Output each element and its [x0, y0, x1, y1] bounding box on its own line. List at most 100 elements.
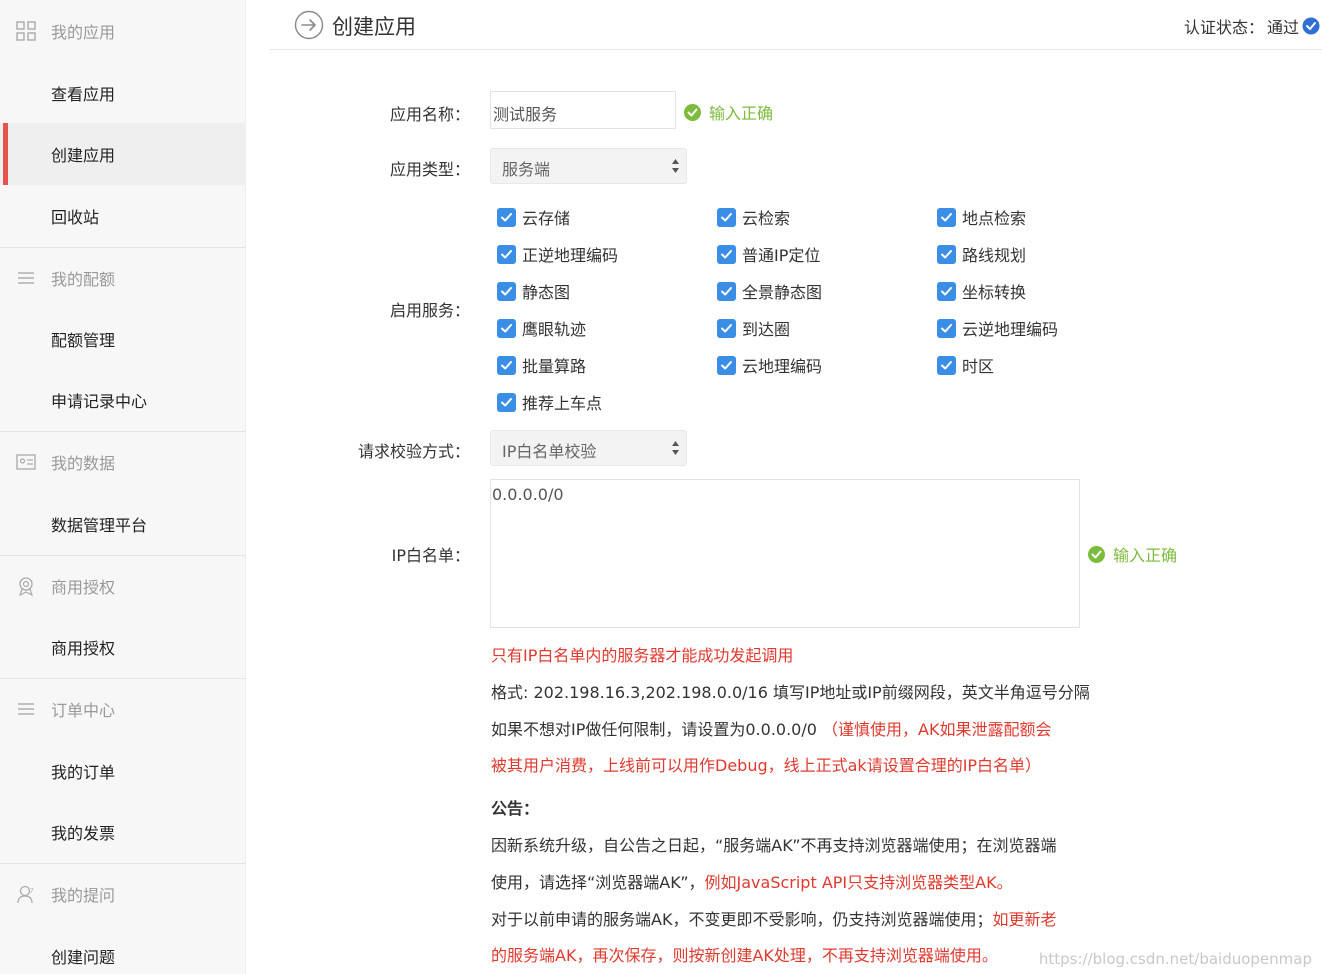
app-name-ok-text: 输入正确 [709, 104, 774, 123]
sidebar-item-view-apps[interactable]: 查看应用 [0, 62, 246, 124]
service-checkbox[interactable]: 云地理编码 [717, 353, 822, 377]
sidebar-item-label: 商用授权 [51, 639, 116, 658]
sidebar-item-label: 申请记录中心 [51, 392, 148, 411]
service-checkbox[interactable]: 云检索 [717, 205, 790, 229]
service-label: 静态图 [522, 283, 571, 302]
sidebar-item-data-platform[interactable]: 数据管理平台 [0, 493, 246, 555]
app-name-label: 应用名称： [389, 105, 470, 124]
sidebar-item-label: 查看应用 [51, 85, 116, 104]
service-label: 坐标转换 [962, 283, 1027, 302]
ip-note-format: 格式: 202.198.16.3,202.198.0.0/16 填写IP地址或I… [491, 683, 1090, 702]
services-label: 启用服务： [389, 301, 470, 320]
service-label: 路线规划 [962, 246, 1027, 265]
sidebar-section-my-data[interactable]: 我的数据 [0, 431, 246, 493]
service-checkbox[interactable]: 鹰眼轨迹 [497, 316, 586, 340]
service-label: 推荐上车点 [522, 394, 603, 413]
badge-icon [19, 577, 33, 596]
sidebar-section-my-quota[interactable]: 我的配额 [0, 247, 246, 309]
checkbox-checked-icon [717, 207, 736, 227]
sidebar-item-create-question[interactable]: 创建问题 [0, 925, 246, 974]
checkbox-checked-icon [937, 244, 956, 264]
ip-whitelist-label: IP白名单： [391, 546, 470, 565]
sidebar-section-title: 商用授权 [51, 578, 116, 597]
notice-title: 公告： [491, 799, 540, 818]
service-checkbox[interactable]: 云存储 [497, 205, 570, 229]
checkbox-checked-icon [717, 318, 736, 338]
service-checkbox[interactable]: 到达圈 [717, 316, 790, 340]
sidebar-section-commercial-license[interactable]: 商用授权 [0, 555, 246, 617]
service-checkbox[interactable]: 云逆地理编码 [937, 316, 1058, 340]
arrow-right-circle-icon[interactable] [294, 10, 324, 40]
sidebar-item-commercial-license[interactable]: 商用授权 [0, 616, 246, 678]
sidebar-item-label: 数据管理平台 [51, 516, 148, 535]
service-checkbox[interactable]: 批量算路 [497, 353, 586, 377]
app-type-select[interactable]: 服务端 [490, 148, 687, 184]
notice-line-2: 使用，请选择“浏览器端AK”，例如JavaScript API只支持浏览器类型A… [491, 869, 1013, 893]
service-checkbox[interactable]: 推荐上车点 [497, 390, 602, 414]
ip-whitelist-ok-text: 输入正确 [1113, 546, 1178, 565]
sidebar-item-create-app[interactable]: 创建应用 [0, 123, 246, 185]
checkbox-checked-icon [937, 355, 956, 375]
check-circle-icon [1088, 545, 1105, 563]
service-label: 云地理编码 [742, 357, 823, 376]
service-label: 全景静态图 [742, 283, 823, 302]
service-label: 到达圈 [742, 320, 791, 339]
ip-whitelist-value: 0.0.0.0/0 [492, 485, 564, 504]
cert-status: 认证状态： 通过 [1184, 14, 1320, 38]
sidebar-item-request-records[interactable]: 申请记录中心 [0, 369, 246, 431]
checkbox-checked-icon [937, 207, 956, 227]
checkbox-checked-icon [497, 318, 516, 338]
app-name-value: 测试服务 [493, 105, 558, 124]
service-checkbox[interactable]: 正逆地理编码 [497, 242, 618, 266]
service-label: 鹰眼轨迹 [522, 320, 587, 339]
service-checkbox[interactable]: 普通IP定位 [717, 242, 820, 266]
ip-whitelist-ok: 输入正确 [1088, 542, 1177, 566]
sidebar-item-my-invoices[interactable]: 我的发票 [0, 801, 246, 863]
checkbox-checked-icon [717, 281, 736, 301]
ip-note-4: 被其用户消费，上线前可以用作Debug，线上正式ak请设置合理的IP白名单） [491, 756, 1042, 775]
id-card-icon [16, 454, 36, 470]
sidebar-section-order-center[interactable]: 订单中心 [0, 678, 246, 740]
service-label: 云存储 [522, 209, 571, 228]
checkbox-checked-icon [497, 355, 516, 375]
watermark: https://blog.csdn.net/baiduopenmap [1038, 950, 1312, 968]
notice-line-2a: 使用，请选择“浏览器端AK”， [491, 873, 705, 892]
notice-line-3b: 如更新老 [992, 910, 1057, 929]
cert-label: 认证状态： [1183, 18, 1264, 37]
sidebar-section-title: 我的数据 [51, 454, 116, 473]
notice-line-1: 因新系统升级，自公告之日起，“服务端AK”不再支持浏览器端使用；在浏览器端 [491, 836, 1057, 855]
checkbox-checked-icon [717, 244, 736, 264]
verify-method-select[interactable]: IP白名单校验 [490, 430, 687, 466]
sidebar-section-title: 我的配额 [51, 270, 116, 289]
sidebar-item-label: 回收站 [51, 208, 100, 227]
service-checkbox[interactable]: 路线规划 [937, 242, 1026, 266]
app-name-input[interactable]: 测试服务 [490, 91, 676, 129]
ip-note-3: 如果不想对IP做任何限制，请设置为0.0.0.0/0 （谨慎使用，AK如果泄露配… [491, 716, 1051, 740]
sidebar-item-quota-management[interactable]: 配额管理 [0, 308, 246, 370]
service-checkbox[interactable]: 静态图 [497, 279, 570, 303]
sidebar-item-label: 配额管理 [51, 331, 116, 350]
checkbox-checked-icon [497, 207, 516, 227]
notice-line-4: 的服务端AK，再次保存，则按新创建AK处理，不再支持浏览器端使用。 [491, 946, 998, 965]
sidebar-section-my-apps[interactable]: 我的应用 [0, 0, 246, 62]
sidebar-item-label: 我的发票 [51, 824, 116, 843]
ip-note-3b: （谨慎使用，AK如果泄露配额会 [822, 720, 1052, 739]
sidebar-item-label: 创建应用 [51, 146, 116, 165]
sidebar-section-my-questions[interactable]: ? 我的提问 [0, 863, 246, 925]
sidebar-item-recycle-bin[interactable]: 回收站 [0, 185, 246, 247]
check-circle-icon [684, 103, 701, 121]
sidebar-item-label: 我的订单 [51, 763, 116, 782]
service-checkbox[interactable]: 坐标转换 [937, 279, 1026, 303]
svg-text:?: ? [30, 887, 34, 895]
service-checkbox[interactable]: 全景静态图 [717, 279, 822, 303]
service-label: 云检索 [742, 209, 791, 228]
ip-whitelist-textarea[interactable]: 0.0.0.0/0 [490, 479, 1080, 628]
sidebar-item-my-orders[interactable]: 我的订单 [0, 740, 246, 802]
checkbox-checked-icon [497, 281, 516, 301]
service-label: 普通IP定位 [742, 246, 821, 265]
service-checkbox[interactable]: 地点检索 [937, 205, 1026, 229]
verify-method-value: IP白名单校验 [502, 442, 597, 461]
service-checkbox[interactable]: 时区 [937, 353, 994, 377]
notice-line-3: 对于以前申请的服务端AK，不变更即不受影响，仍支持浏览器端使用；如更新老 [491, 906, 1056, 930]
list-icon [18, 272, 34, 284]
